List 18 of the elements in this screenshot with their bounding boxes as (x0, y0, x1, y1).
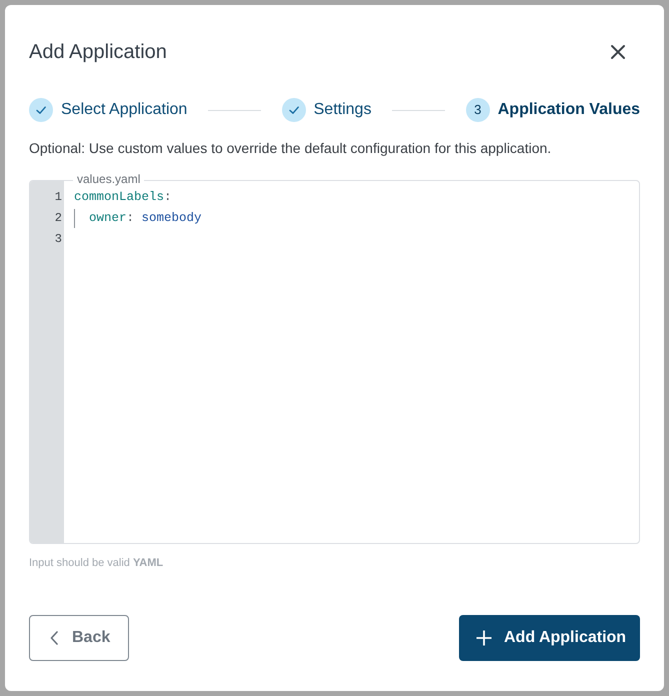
add-application-button[interactable]: Add Application (459, 615, 640, 661)
line-number: 2 (54, 210, 62, 227)
step-number: 3 (466, 98, 490, 122)
step-label: Select Application (61, 100, 188, 120)
close-icon[interactable] (610, 44, 626, 60)
line-number: 1 (54, 189, 62, 206)
step-label: Settings (314, 100, 372, 120)
editor-legend: values.yaml (73, 171, 144, 187)
dialog-title: Add Application (29, 40, 167, 65)
back-button[interactable]: Back (29, 615, 129, 661)
code-line: commonLabels: (74, 189, 172, 206)
description-text: Optional: Use custom values to override the default configuration for this application. (29, 139, 552, 158)
plus-icon (476, 630, 492, 646)
chevron-left-icon (50, 631, 58, 645)
hint-text: Input should be valid YAML (29, 556, 164, 571)
step-label: Application Values (498, 100, 640, 120)
line-number: 3 (54, 231, 62, 248)
code-line: owner: somebody (74, 208, 202, 229)
